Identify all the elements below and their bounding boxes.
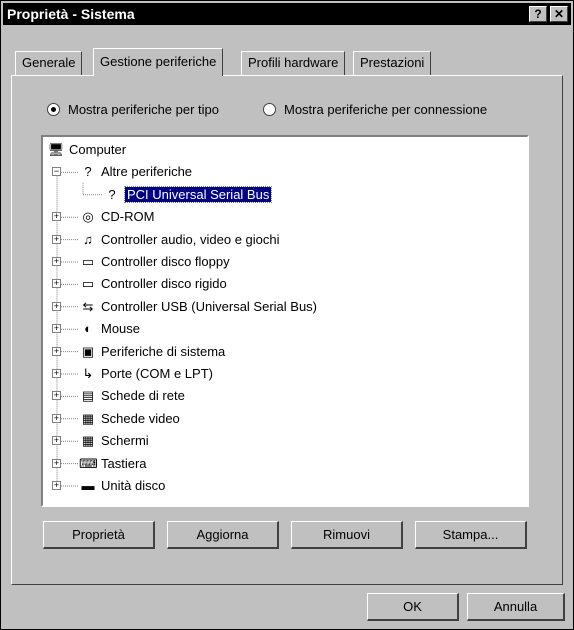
system-device-icon: ▣	[81, 343, 95, 359]
tree-item-label: CD-ROM	[101, 209, 155, 225]
tree-item-label: Controller USB (Universal Serial Bus)	[101, 298, 318, 314]
expand-icon[interactable]: +	[52, 391, 61, 401]
properties-button[interactable]: Proprietà	[43, 521, 155, 549]
tree-item-label: Controller disco rigido	[101, 276, 227, 292]
expand-icon[interactable]: +	[52, 413, 61, 423]
help-button[interactable]: ?	[529, 6, 547, 22]
tree-item-label: Altre periferiche	[101, 164, 193, 180]
network-card-icon: ▤	[81, 388, 95, 404]
radio-by-type[interactable]: Mostra periferiche per tipo	[47, 101, 219, 119]
expand-icon[interactable]: +	[52, 346, 61, 356]
tree-item[interactable]: ↳ Porte (COM e LPT)	[79, 363, 213, 384]
tab-prestazioni[interactable]: Prestazioni	[353, 51, 432, 75]
unknown-device-icon: ?	[84, 164, 92, 180]
tree-item-label: Controller disco floppy	[101, 254, 230, 269]
tree-item[interactable]: ▣ Periferiche di sistema	[79, 341, 225, 362]
tree-item-label: Schermi	[101, 433, 149, 449]
ok-button[interactable]: OK	[367, 593, 459, 621]
keyboard-icon: ⌨	[79, 455, 98, 471]
unknown-device-icon: ?	[108, 186, 116, 202]
tree-item[interactable]: ▬ Unità disco	[79, 475, 166, 496]
expand-icon[interactable]: +	[52, 234, 61, 244]
display-adapter-icon: ▦	[81, 410, 95, 426]
tree-item[interactable]: ? Altre periferiche	[79, 161, 192, 182]
multimedia-icon: ♫	[83, 231, 93, 247]
tree-item[interactable]: ◐ Mouse	[79, 318, 140, 339]
tree-item-label: Controller audio, video e giochi	[101, 231, 280, 247]
print-button[interactable]: Stampa...	[415, 521, 527, 549]
expand-icon[interactable]: +	[52, 436, 61, 446]
collapse-icon[interactable]: −	[52, 167, 61, 177]
radio-by-type-dot[interactable]	[47, 103, 60, 117]
port-icon: ↳	[82, 366, 94, 381]
refresh-button[interactable]: Aggiorna	[167, 521, 279, 549]
tree-item[interactable]: ▦ Schede video	[79, 408, 180, 429]
disk-drive-icon: ▬	[81, 478, 95, 493]
tree-item-label: PCI Universal Serial Bus	[123, 185, 273, 203]
title-bar[interactable]: Proprietà - Sistema ? ✕	[3, 3, 571, 25]
cancel-button[interactable]: Annulla	[467, 593, 565, 621]
radio-by-connection-label: Mostra periferiche per connessione	[284, 102, 488, 117]
tree-item-label: Schede di rete	[101, 388, 185, 404]
monitor-icon: ▦	[81, 433, 95, 449]
tree-item-label: Computer	[69, 142, 127, 157]
cdrom-icon: ◎	[82, 209, 94, 225]
expand-icon[interactable]: +	[52, 279, 61, 289]
expand-icon[interactable]: +	[52, 481, 61, 490]
tree-item[interactable]: ♫ Controller audio, video e giochi	[79, 229, 280, 250]
tree-item[interactable]: ▭ Controller disco rigido	[79, 273, 227, 294]
tree-item[interactable]: ▭ Controller disco floppy	[79, 251, 230, 272]
tree-item[interactable]: 🖥 Computer	[47, 139, 126, 160]
expand-icon[interactable]: +	[52, 458, 61, 468]
tree-item-label: Unità disco	[101, 478, 166, 493]
radio-by-type-label: Mostra periferiche per tipo	[68, 102, 220, 117]
tree-item-label: Mouse	[101, 321, 141, 337]
window-title: Proprietà - Sistema	[7, 6, 135, 22]
tab-profili-hardware[interactable]: Profili hardware	[241, 51, 346, 75]
floppy-controller-icon: ▭	[81, 254, 95, 269]
expand-icon[interactable]: +	[52, 212, 61, 222]
tree-item[interactable]: ? PCI Universal Serial Bus	[103, 184, 273, 205]
mouse-icon: ◐	[84, 321, 92, 337]
radio-by-connection-dot[interactable]	[263, 103, 276, 117]
tree-item[interactable]: ▦ Schermi	[79, 430, 149, 451]
tree-item-label: Tastiera	[101, 455, 147, 471]
device-tree[interactable]: 🖥 Computer −? Altre periferiche? PCI Univers…	[41, 135, 529, 507]
tree-item[interactable]: ▤ Schede di rete	[79, 385, 185, 406]
tab-gestione-periferiche[interactable]: Gestione periferiche	[93, 48, 224, 76]
tree-item-label: Periferiche di sistema	[101, 343, 226, 359]
computer-icon: 🖥	[47, 142, 65, 157]
tree-item[interactable]: ⌨ Tastiera	[79, 453, 147, 474]
tree-item-label: Schede video	[101, 410, 180, 426]
expand-icon[interactable]: +	[52, 257, 61, 266]
expand-icon[interactable]: +	[52, 369, 61, 378]
close-button[interactable]: ✕	[550, 6, 568, 22]
expand-icon[interactable]: +	[52, 324, 61, 334]
hard-disk-controller-icon: ▭	[81, 276, 95, 292]
radio-by-connection[interactable]: Mostra periferiche per connessione	[263, 101, 487, 119]
tree-item[interactable]: ⇆ Controller USB (Universal Serial Bus)	[79, 296, 317, 317]
tree-item-label: Porte (COM e LPT)	[101, 366, 213, 381]
expand-icon[interactable]: +	[52, 301, 61, 311]
system-properties-window: Proprietà - Sistema ? ✕ Generale Gestion…	[0, 0, 574, 630]
remove-button[interactable]: Rimuovi	[291, 521, 403, 549]
usb-icon: ⇆	[82, 298, 94, 314]
tab-generale[interactable]: Generale	[15, 51, 83, 75]
tree-item[interactable]: ◎ CD-ROM	[79, 206, 154, 227]
